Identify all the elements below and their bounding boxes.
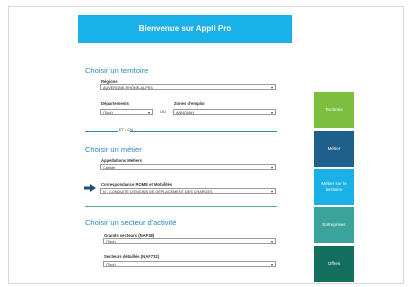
departements-value: (Tout) (103, 111, 113, 115)
section-divider (85, 206, 277, 207)
zones-value: ANNONAY (176, 111, 195, 115)
grands-secteurs-value: (Tout) (106, 240, 116, 244)
correspondance-value: N - CONDUITE D'ENGINS DE DÉPLACEMENT DES… (103, 190, 213, 194)
top-marker: - - (104, 2, 107, 6)
zones-select[interactable]: ANNONAY ▾ (173, 109, 276, 115)
appellations-select[interactable]: Cariste ▾ (100, 164, 276, 170)
departements-select[interactable]: (Tout) ▾ (100, 109, 153, 115)
regions-value: AUVERGNE-RHÔNE-ALPES (103, 86, 153, 90)
chevron-down-icon: ▾ (147, 110, 150, 115)
chevron-down-icon: ▾ (270, 239, 273, 244)
chevron-down-icon: ▾ (270, 189, 273, 194)
arrow-right-icon (84, 184, 96, 192)
appellations-value: Cariste (103, 166, 116, 170)
secteurs-detailles-label: Secteurs détaillés (NAF732) (104, 254, 160, 259)
secteurs-detailles-select[interactable]: (Tout) ▾ (103, 261, 276, 267)
appellations-label: Appellations Métiers (101, 158, 142, 163)
divider-right (130, 131, 277, 132)
chevron-down-icon: ▾ (270, 165, 273, 170)
tile-territoire[interactable]: Territoire (314, 92, 354, 128)
tile-offres[interactable]: Offres (314, 246, 354, 282)
zones-label: Zones d'emploi (174, 101, 205, 106)
tile-metier[interactable]: Métier (314, 131, 354, 167)
grands-secteurs-select[interactable]: (Tout) ▾ (103, 238, 276, 244)
departements-label: Départements (101, 101, 129, 106)
correspondance-label: Correspondance ROME et Mobilités (101, 182, 173, 187)
metier-section-title: Choisir un métier (85, 145, 142, 154)
tile-entreprises[interactable]: Entreprises (314, 207, 354, 243)
page-header: Bienvenue sur Appli Pro (78, 15, 292, 43)
chevron-down-icon: ▾ (270, 110, 273, 115)
territoire-section-title: Choisir un territoire (85, 66, 149, 75)
correspondance-select[interactable]: N - CONDUITE D'ENGINS DE DÉPLACEMENT DES… (100, 188, 276, 194)
chevron-down-icon: ▾ (270, 262, 273, 267)
chevron-down-icon: ▾ (270, 85, 273, 90)
secteurs-detailles-value: (Tout) (106, 263, 116, 267)
divider-left (85, 131, 118, 132)
secteur-section-title: Choisir un secteur d'activité (85, 218, 177, 227)
tile-metier-territoire[interactable]: Métier sur le territoire (314, 169, 354, 205)
regions-select[interactable]: AUVERGNE-RHÔNE-ALPES ▾ (100, 84, 276, 90)
ou-label: OU (160, 109, 166, 114)
